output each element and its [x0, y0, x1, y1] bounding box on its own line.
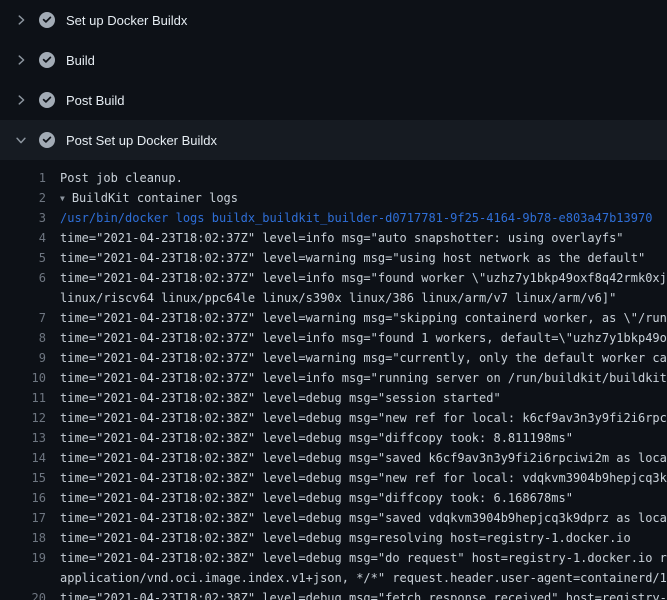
log-row: 11 time="2021-04-23T18:02:38Z" level=deb… — [0, 388, 667, 408]
chevron-down-icon — [13, 132, 29, 148]
line-text: time="2021-04-23T18:02:38Z" level=debug … — [46, 448, 667, 468]
log-row: 7 time="2021-04-23T18:02:37Z" level=warn… — [0, 308, 667, 328]
line-text: time="2021-04-23T18:02:37Z" level=info m… — [46, 328, 667, 348]
log-row: 14 time="2021-04-23T18:02:38Z" level=deb… — [0, 448, 667, 468]
line-text: time="2021-04-23T18:02:38Z" level=debug … — [46, 488, 667, 508]
line-text: time="2021-04-23T18:02:37Z" level=warnin… — [46, 348, 667, 368]
line-text: linux/riscv64 linux/ppc64le linux/s390x … — [46, 288, 667, 308]
line-text: time="2021-04-23T18:02:37Z" level=warnin… — [46, 248, 667, 268]
line-number[interactable]: 3 — [0, 208, 46, 228]
line-text: application/vnd.oci.image.index.v1+json,… — [46, 568, 667, 588]
steps-list: Set up Docker Buildx Build P — [0, 0, 667, 160]
log-row: 15 time="2021-04-23T18:02:38Z" level=deb… — [0, 468, 667, 488]
line-number[interactable]: 11 — [0, 388, 46, 408]
line-number[interactable]: 19 — [0, 548, 46, 568]
check-circle-icon — [39, 12, 55, 28]
log-row: 10 time="2021-04-23T18:02:37Z" level=inf… — [0, 368, 667, 388]
log-row: 3 /usr/bin/docker logs buildx_buildkit_b… — [0, 208, 667, 228]
log-row: 17 time="2021-04-23T18:02:38Z" level=deb… — [0, 508, 667, 528]
log-lines: 1 Post job cleanup. 2 ▼BuildKit containe… — [0, 160, 667, 600]
line-number[interactable]: 17 — [0, 508, 46, 528]
step-title: Build — [66, 53, 95, 68]
log-row: 9 time="2021-04-23T18:02:37Z" level=warn… — [0, 348, 667, 368]
log-row: 13 time="2021-04-23T18:02:38Z" level=deb… — [0, 428, 667, 448]
line-number[interactable]: 1 — [0, 168, 46, 188]
line-number[interactable]: 20 — [0, 588, 46, 600]
line-number[interactable]: 13 — [0, 428, 46, 448]
line-number[interactable]: 12 — [0, 408, 46, 428]
step-title: Post Set up Docker Buildx — [66, 133, 217, 148]
log-row: 4 time="2021-04-23T18:02:37Z" level=info… — [0, 228, 667, 248]
line-text: time="2021-04-23T18:02:38Z" level=debug … — [46, 428, 667, 448]
check-circle-icon — [39, 132, 55, 148]
line-number[interactable] — [0, 568, 46, 588]
line-text: time="2021-04-23T18:02:38Z" level=debug … — [46, 408, 667, 428]
group-toggle-icon[interactable]: ▼ — [60, 189, 65, 208]
line-number[interactable]: 2 — [0, 188, 46, 208]
line-text: time="2021-04-23T18:02:37Z" level=info m… — [46, 368, 667, 388]
step-title: Post Build — [66, 93, 125, 108]
line-number[interactable]: 16 — [0, 488, 46, 508]
log-row: 8 time="2021-04-23T18:02:37Z" level=info… — [0, 328, 667, 348]
log-row: 12 time="2021-04-23T18:02:38Z" level=deb… — [0, 408, 667, 428]
log-row: 18 time="2021-04-23T18:02:38Z" level=deb… — [0, 528, 667, 548]
line-text: time="2021-04-23T18:02:37Z" level=warnin… — [46, 308, 667, 328]
line-text: /usr/bin/docker logs buildx_buildkit_bui… — [46, 208, 667, 228]
line-text: time="2021-04-23T18:02:38Z" level=debug … — [46, 548, 667, 568]
line-text: time="2021-04-23T18:02:37Z" level=info m… — [46, 228, 667, 248]
check-circle-icon — [39, 52, 55, 68]
line-number[interactable]: 9 — [0, 348, 46, 368]
line-text[interactable]: ▼BuildKit container logs — [46, 188, 667, 208]
chevron-right-icon — [13, 12, 29, 28]
line-text: time="2021-04-23T18:02:38Z" level=debug … — [46, 508, 667, 528]
check-circle-icon — [39, 92, 55, 108]
line-text: Post job cleanup. — [46, 168, 667, 188]
step-row[interactable]: Post Set up Docker Buildx — [0, 120, 667, 160]
line-text: time="2021-04-23T18:02:37Z" level=info m… — [46, 268, 667, 288]
line-number[interactable]: 6 — [0, 268, 46, 288]
line-number[interactable] — [0, 288, 46, 308]
log-row: linux/riscv64 linux/ppc64le linux/s390x … — [0, 288, 667, 308]
line-number[interactable]: 15 — [0, 468, 46, 488]
step-row[interactable]: Build — [0, 40, 667, 80]
line-number[interactable]: 10 — [0, 368, 46, 388]
log-row: 19 time="2021-04-23T18:02:38Z" level=deb… — [0, 548, 667, 568]
line-number[interactable]: 18 — [0, 528, 46, 548]
chevron-right-icon — [13, 52, 29, 68]
log-row: 16 time="2021-04-23T18:02:38Z" level=deb… — [0, 488, 667, 508]
line-number[interactable]: 8 — [0, 328, 46, 348]
line-number[interactable]: 14 — [0, 448, 46, 468]
line-number[interactable]: 5 — [0, 248, 46, 268]
log-row: application/vnd.oci.image.index.v1+json,… — [0, 568, 667, 588]
log-row: 5 time="2021-04-23T18:02:37Z" level=warn… — [0, 248, 667, 268]
step-title: Set up Docker Buildx — [66, 13, 187, 28]
log-row: 20 time="2021-04-23T18:02:38Z" level=deb… — [0, 588, 667, 600]
step-row[interactable]: Post Build — [0, 80, 667, 120]
actions-log-viewer: Set up Docker Buildx Build P — [0, 0, 667, 600]
log-row: 6 time="2021-04-23T18:02:37Z" level=info… — [0, 268, 667, 288]
log-row: 2 ▼BuildKit container logs — [0, 188, 667, 208]
line-text: time="2021-04-23T18:02:38Z" level=debug … — [46, 388, 667, 408]
step-row[interactable]: Set up Docker Buildx — [0, 0, 667, 40]
line-text: time="2021-04-23T18:02:38Z" level=debug … — [46, 588, 667, 600]
line-text: time="2021-04-23T18:02:38Z" level=debug … — [46, 468, 667, 488]
chevron-right-icon — [13, 92, 29, 108]
log-row: 1 Post job cleanup. — [0, 168, 667, 188]
line-text: time="2021-04-23T18:02:38Z" level=debug … — [46, 528, 667, 548]
line-number[interactable]: 4 — [0, 228, 46, 248]
line-number[interactable]: 7 — [0, 308, 46, 328]
